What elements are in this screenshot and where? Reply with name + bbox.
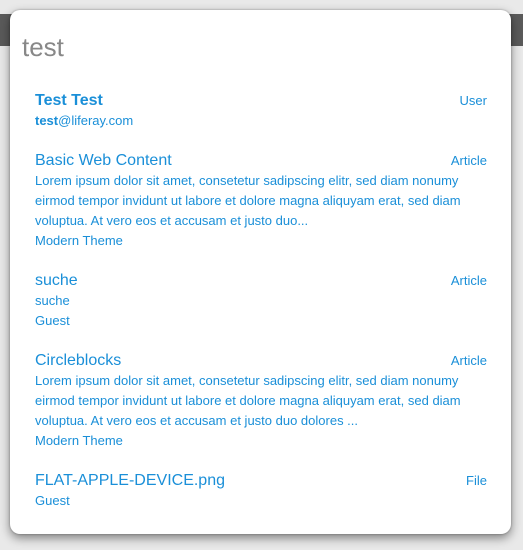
- result-title[interactable]: Test Test: [35, 91, 103, 111]
- result-type: User: [459, 93, 487, 108]
- result-article[interactable]: suche Article suche Guest: [35, 271, 487, 331]
- result-type: File: [466, 473, 487, 488]
- email-highlight: test: [35, 113, 59, 128]
- result-meta: Guest: [35, 313, 70, 328]
- result-type: Article: [450, 153, 487, 168]
- result-snippet: suche: [35, 293, 70, 308]
- result-user[interactable]: Test Test User test@liferay.com: [35, 91, 487, 131]
- result-type: Article: [450, 353, 487, 368]
- result-meta: Modern Theme: [35, 433, 123, 448]
- result-title[interactable]: Basic Web Content: [35, 151, 172, 171]
- results-list: Test Test User test@liferay.com Basic We…: [35, 91, 487, 531]
- result-type: Article: [450, 273, 487, 288]
- result-title[interactable]: FLAT-APPLE-DEVICE.png: [35, 471, 225, 491]
- result-file[interactable]: FLAT-APPLE-DEVICE.png File Guest: [35, 471, 487, 511]
- search-results-popup: Test Test User test@liferay.com Basic We…: [10, 10, 511, 534]
- search-input[interactable]: [22, 30, 492, 64]
- result-meta: Modern Theme: [35, 233, 123, 248]
- result-snippet: Lorem ipsum dolor sit amet, consetetur s…: [35, 173, 461, 228]
- result-email: test@liferay.com: [35, 111, 487, 131]
- result-title[interactable]: Circleblocks: [35, 351, 121, 371]
- result-article[interactable]: Basic Web Content Article Lorem ipsum do…: [35, 151, 487, 251]
- result-snippet: Lorem ipsum dolor sit amet, consetetur s…: [35, 373, 461, 428]
- result-article[interactable]: Circleblocks Article Lorem ipsum dolor s…: [35, 351, 487, 451]
- result-meta: Guest: [35, 493, 70, 508]
- email-rest: @liferay.com: [58, 113, 134, 128]
- result-title[interactable]: suche: [35, 271, 78, 291]
